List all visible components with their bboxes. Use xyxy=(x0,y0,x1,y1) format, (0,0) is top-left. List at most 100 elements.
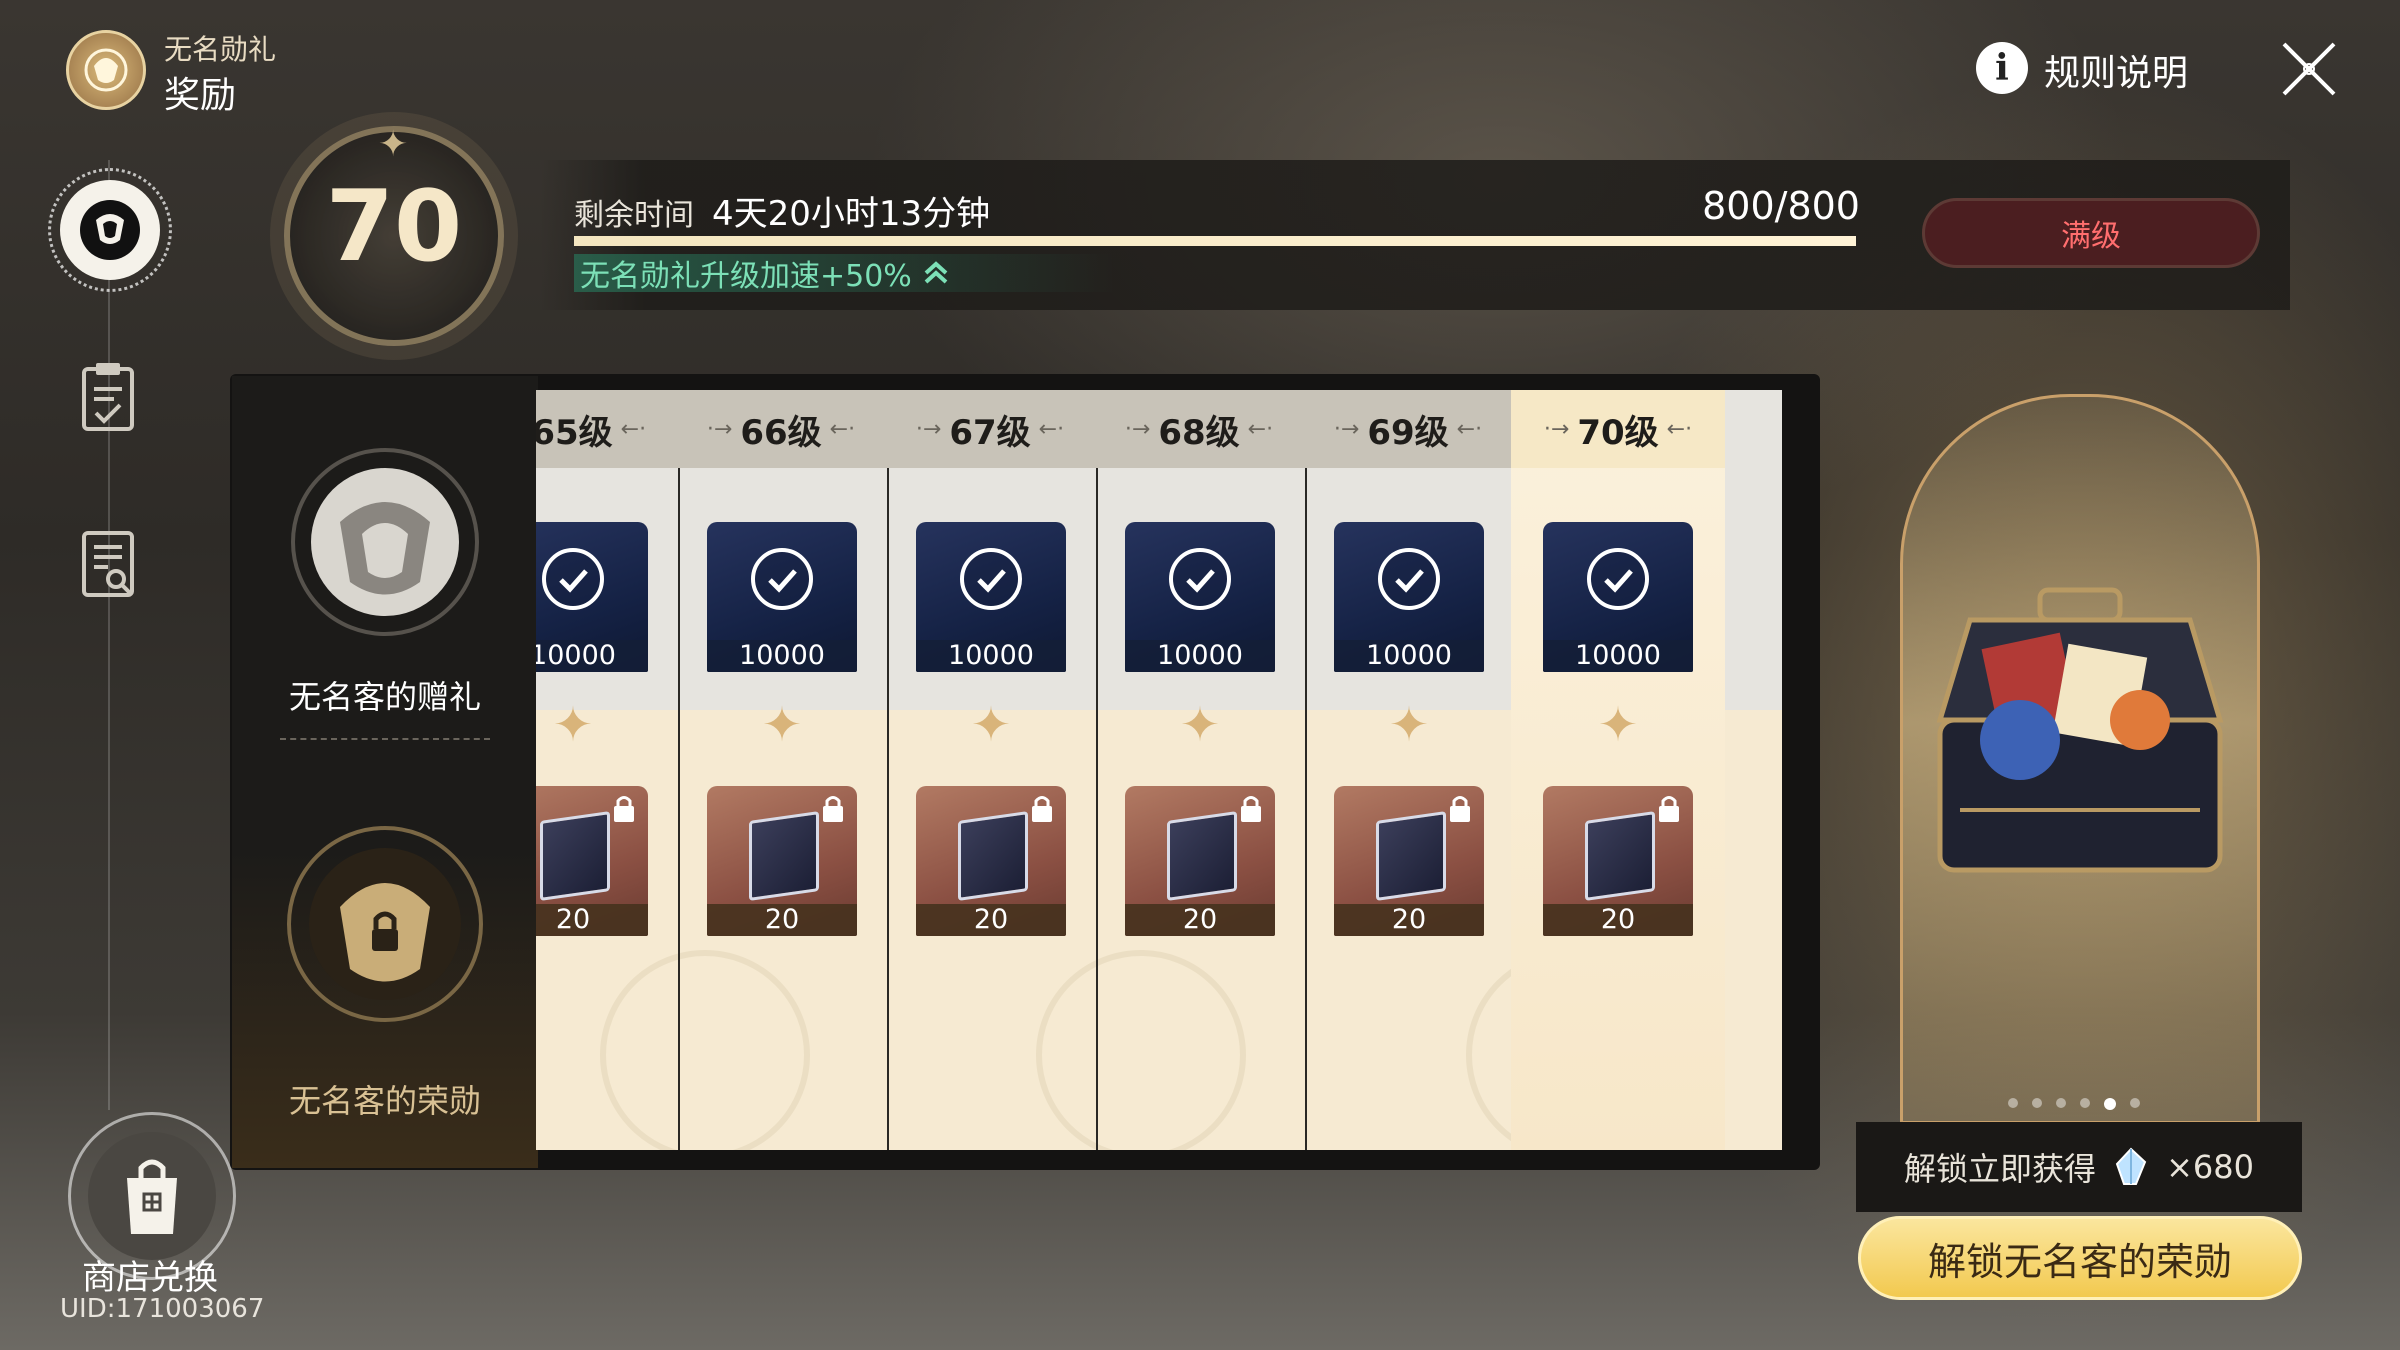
nav-rewards-tab[interactable] xyxy=(48,168,172,292)
lock-icon xyxy=(614,796,634,822)
document-search-icon xyxy=(82,531,134,597)
premium-reward-qty: 20 xyxy=(1125,904,1275,936)
free-reward-qty: 10000 xyxy=(1543,640,1693,672)
premium-reward-qty: 20 xyxy=(536,904,648,936)
unlock-bonus-amount: ×680 xyxy=(2166,1148,2254,1186)
page-title: 奖励 xyxy=(164,75,237,116)
premium-reward-item[interactable]: 20 xyxy=(1543,786,1693,936)
premium-reward-item[interactable]: 20 xyxy=(536,786,648,936)
sparkle-icon: ✦ xyxy=(552,697,594,753)
level-column: ·→ 70级 ←· 10000 ✦ 20 xyxy=(1511,390,1725,1150)
carousel-dot[interactable] xyxy=(2032,1098,2042,1108)
current-level: 70 xyxy=(325,170,463,284)
level-label: 70级 xyxy=(1577,412,1659,453)
free-reward-item[interactable]: 10000 xyxy=(916,522,1066,672)
clipboard-check-icon xyxy=(82,363,134,431)
claimed-check-icon xyxy=(1587,548,1649,610)
premium-reward-item[interactable]: 20 xyxy=(1334,786,1484,936)
stellar-jade-icon xyxy=(2115,1147,2147,1185)
max-level-button[interactable]: 满级 xyxy=(1922,198,2260,268)
nav-journal-tab[interactable] xyxy=(72,524,144,604)
free-reward-item[interactable]: 10000 xyxy=(1125,522,1275,672)
level-column: ·→65级←· 10000 ✦ 20 xyxy=(536,390,680,1150)
premium-track-emblem-icon xyxy=(275,814,495,1034)
level-header: ·→ 70级 ←· xyxy=(1511,390,1725,468)
uid-text: UID:171003067 xyxy=(60,1294,265,1324)
lock-icon xyxy=(1241,796,1261,822)
rewards-emblem-icon xyxy=(60,180,160,280)
book-icon xyxy=(958,811,1028,901)
page-subtitle: 无名勋礼 xyxy=(164,33,277,66)
sparkle-icon: ✦ xyxy=(1388,697,1430,753)
sparkle-icon: ✦ xyxy=(1179,697,1221,753)
chevron-up-double-icon xyxy=(924,261,948,284)
free-track-title: 无名客的赠礼 xyxy=(288,678,481,716)
free-reward-item[interactable]: 10000 xyxy=(707,522,857,672)
claimed-check-icon xyxy=(542,548,604,610)
claimed-check-icon xyxy=(751,548,813,610)
boost-banner: 无名勋礼升级加速+50% xyxy=(574,254,1114,294)
carousel-dot[interactable] xyxy=(2080,1098,2090,1108)
carousel-dots[interactable] xyxy=(2008,1098,2140,1110)
premium-reward-item[interactable]: 20 xyxy=(916,786,1066,936)
track-divider xyxy=(280,738,490,740)
rules-button[interactable]: 规则说明 xyxy=(2044,44,2188,96)
level-header: ·→ 69级 ←· xyxy=(1302,390,1514,468)
nav-rail xyxy=(108,160,110,1110)
sparkle-icon: ✦ xyxy=(1597,697,1639,753)
free-reward-qty: 10000 xyxy=(707,640,857,672)
lock-icon xyxy=(1450,796,1470,822)
treasure-chest-icon xyxy=(1936,587,2224,873)
free-track-emblem-icon xyxy=(275,432,495,652)
free-reward-item[interactable]: 10000 xyxy=(536,522,648,672)
carousel-dot[interactable] xyxy=(2056,1098,2066,1108)
claimed-check-icon xyxy=(1378,548,1440,610)
xp-progress-fill xyxy=(574,236,1856,246)
premium-reward-qty: 20 xyxy=(1334,904,1484,936)
info-icon[interactable]: i xyxy=(1976,42,2028,94)
book-icon xyxy=(1585,811,1655,901)
free-reward-item[interactable]: 10000 xyxy=(1334,522,1484,672)
premium-reward-qty: 20 xyxy=(707,904,857,936)
premium-track-title: 无名客的荣勋 xyxy=(288,1082,481,1120)
book-icon xyxy=(1376,811,1446,901)
level-header: ·→ 66级 ←· xyxy=(675,390,887,468)
level-header: ·→ 67级 ←· xyxy=(884,390,1096,468)
free-reward-qty: 10000 xyxy=(536,640,648,672)
unlock-bonus-info: 解锁立即获得 ×680 xyxy=(1856,1122,2302,1212)
unlock-bonus-label: 解锁立即获得 xyxy=(1904,1150,2097,1188)
free-reward-qty: 10000 xyxy=(916,640,1066,672)
claimed-check-icon xyxy=(960,548,1022,610)
free-reward-qty: 10000 xyxy=(1125,640,1275,672)
lock-icon xyxy=(1032,796,1052,822)
honor-logo-icon xyxy=(66,30,146,110)
premium-reward-item[interactable]: 20 xyxy=(707,786,857,936)
shopping-bag-icon xyxy=(88,1132,216,1260)
level-label: 65级 xyxy=(536,412,613,453)
book-icon xyxy=(540,811,610,901)
free-reward-item[interactable]: 10000 xyxy=(1543,522,1693,672)
sparkle-icon: ✦ xyxy=(761,697,803,753)
close-icon[interactable] xyxy=(2276,36,2342,102)
nav-missions-tab[interactable] xyxy=(72,356,144,436)
level-header: ·→65级←· xyxy=(536,390,678,468)
boost-text: 无名勋礼升级加速+50% xyxy=(580,259,912,294)
level-label: 66级 xyxy=(740,412,822,453)
premium-reward-qty: 20 xyxy=(1543,904,1693,936)
shop-exchange-label: 商店兑换 xyxy=(82,1258,218,1298)
xp-counter: 800/800 xyxy=(1702,184,1860,228)
free-reward-qty: 10000 xyxy=(1334,640,1484,672)
medallion-star-icon: ✦ xyxy=(378,124,409,165)
carousel-dot[interactable] xyxy=(2130,1098,2140,1108)
level-column: ·→ 66级 ←· 10000 ✦ 20 xyxy=(675,390,889,1150)
remaining-time-label: 剩余时间 xyxy=(574,198,694,233)
lock-icon xyxy=(823,796,843,822)
carousel-dot[interactable] xyxy=(2008,1098,2018,1108)
carousel-dot[interactable] xyxy=(2104,1098,2116,1110)
premium-reward-item[interactable]: 20 xyxy=(1125,786,1275,936)
unlock-premium-button[interactable]: 解锁无名客的荣勋 xyxy=(1858,1216,2302,1300)
xp-progress-bar xyxy=(574,236,1856,246)
level-column: ·→ 69级 ←· 10000 ✦ 20 xyxy=(1302,390,1516,1150)
level-label: 68级 xyxy=(1158,412,1240,453)
book-icon xyxy=(749,811,819,901)
